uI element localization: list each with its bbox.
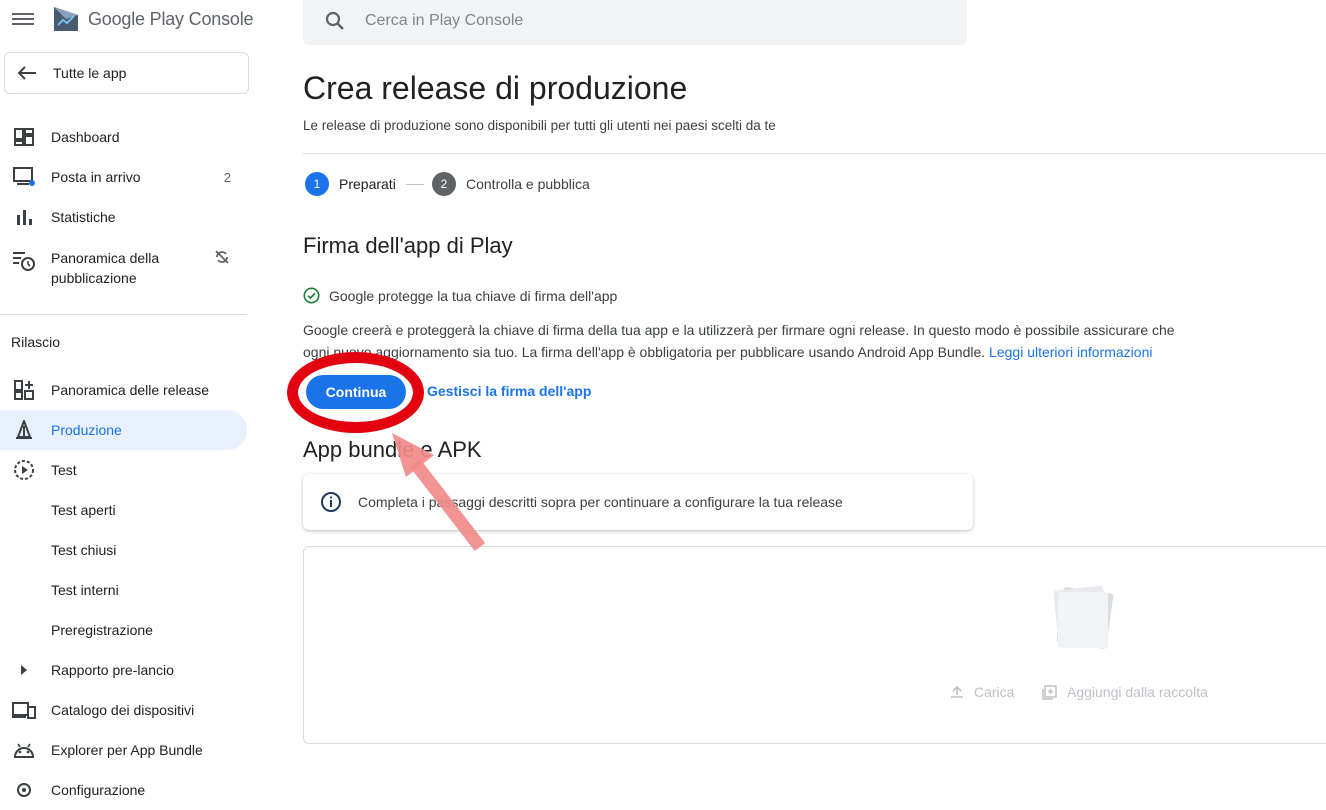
sidebar-item-label: Test (51, 462, 77, 478)
sidebar-item-statistics[interactable]: Statistiche (0, 197, 247, 237)
sidebar-item-label: Explorer per App Bundle (51, 742, 203, 758)
header-divider (303, 153, 1326, 154)
sidebar-item-bundle-explorer[interactable]: Explorer per App Bundle (0, 730, 247, 770)
sync-disabled-icon (214, 249, 230, 268)
sidebar-item-label: Produzione (51, 422, 122, 438)
play-circle-icon (12, 458, 36, 482)
sidebar-item-dashboard[interactable]: Dashboard (0, 117, 247, 157)
annotation-circle (287, 352, 424, 433)
step-prepare[interactable]: 1 Preparati (305, 172, 396, 196)
sidebar-item-label: Dashboard (51, 129, 120, 145)
release-section-label: Rilascio (11, 334, 61, 350)
sidebar: Google Play Console Tutte le app Dashboa… (0, 0, 260, 798)
learn-more-link[interactable]: Leggi ulteriori informazioni (989, 344, 1152, 360)
inbox-count-badge: 2 (223, 169, 231, 185)
check-circle-icon (303, 287, 320, 304)
all-apps-label: Tutte le app (53, 65, 127, 81)
sidebar-item-test[interactable]: Test (0, 450, 247, 490)
sidebar-item-label: Catalogo dei dispositivi (51, 702, 195, 718)
manage-signing-link[interactable]: Gestisci la firma dell'app (427, 383, 591, 399)
devices-icon (12, 698, 36, 722)
caret-right-icon[interactable] (12, 658, 36, 682)
sidebar-item-open-testing[interactable]: Test aperti (0, 490, 247, 530)
sidebar-item-label: Test interni (51, 582, 119, 598)
app-name: Google Play Console (88, 9, 254, 29)
sidebar-item-closed-testing[interactable]: Test chiusi (0, 530, 247, 570)
all-apps-button[interactable]: Tutte le app (4, 52, 249, 94)
sidebar-item-device-catalog[interactable]: Catalogo dei dispositivi (0, 690, 247, 730)
signing-heading: Firma dell'app di Play (303, 233, 513, 258)
upload-icon (951, 685, 963, 698)
sidebar-item-label: Test chiusi (51, 542, 117, 558)
sidebar-item-label: Preregistrazione (51, 622, 153, 638)
arrow-back-icon (17, 66, 36, 80)
menu-icon[interactable] (12, 10, 34, 30)
bar-chart-icon (12, 205, 36, 229)
page-title: Crea release di produzione (303, 70, 688, 106)
step-label: Preparati (339, 176, 396, 192)
sidebar-item-release-overview[interactable]: Panoramica delle release (0, 370, 247, 410)
page-subtitle: Le release di produzione sono disponibil… (303, 118, 776, 133)
dashboard-add-icon (12, 378, 36, 402)
step-review-publish[interactable]: 2 Controlla e pubblica (432, 172, 590, 196)
sidebar-divider (0, 314, 247, 315)
info-icon (321, 492, 341, 512)
search-bar[interactable] (303, 0, 967, 45)
dashboard-icon (12, 125, 36, 149)
upload-label: Carica (974, 684, 1015, 700)
sidebar-item-label: Rapporto pre-lancio (51, 662, 174, 678)
signing-status-text: Google protegge la tua chiave di firma d… (329, 287, 618, 304)
sidebar-item-inbox[interactable]: Posta in arrivo 2 (0, 157, 247, 197)
search-input[interactable] (365, 0, 925, 42)
signing-description: Google creerà e proteggerà la chiave di … (303, 319, 1203, 363)
schedule-list-icon (12, 249, 36, 273)
upload-button[interactable]: Carica (950, 684, 1014, 700)
sidebar-item-internal-testing[interactable]: Test interni (0, 570, 247, 610)
add-from-library-button[interactable]: Aggiungi dalla raccolta (1042, 684, 1208, 700)
add-from-library-label: Aggiungi dalla raccolta (1067, 684, 1208, 700)
sidebar-item-publishing-overview[interactable]: Panoramica della pubblicazione (0, 247, 247, 287)
sidebar-item-configuration[interactable]: Configurazione (0, 770, 247, 810)
play-console-logo (54, 7, 78, 31)
sidebar-item-label: Panoramica delle release (51, 382, 209, 398)
bundle-dropzone[interactable] (303, 546, 1326, 744)
library-add-icon (1042, 684, 1057, 700)
sidebar-item-production[interactable]: Produzione (0, 410, 247, 450)
annotation-arrow (392, 433, 486, 551)
production-icon (12, 418, 36, 442)
sidebar-item-label: Panoramica della pubblicazione (51, 250, 160, 286)
documents-illustration (1053, 585, 1114, 649)
sidebar-item-label: Posta in arrivo (51, 169, 141, 185)
step-label: Controlla e pubblica (466, 176, 590, 192)
search-icon (325, 11, 344, 30)
inbox-icon (12, 165, 36, 189)
sidebar-item-label: Test aperti (51, 502, 116, 518)
step-number: 1 (305, 172, 329, 196)
gear-icon (12, 778, 36, 802)
sidebar-item-pre-launch-report[interactable]: Rapporto pre-lancio (0, 650, 247, 690)
sidebar-item-preregistration[interactable]: Preregistrazione (0, 610, 247, 650)
sidebar-item-label: Configurazione (51, 782, 146, 798)
signing-status: Google protegge la tua chiave di firma d… (303, 287, 617, 304)
android-icon (12, 738, 36, 762)
step-number: 2 (432, 172, 456, 196)
sidebar-item-label: Statistiche (51, 209, 116, 225)
step-connector (406, 184, 424, 185)
